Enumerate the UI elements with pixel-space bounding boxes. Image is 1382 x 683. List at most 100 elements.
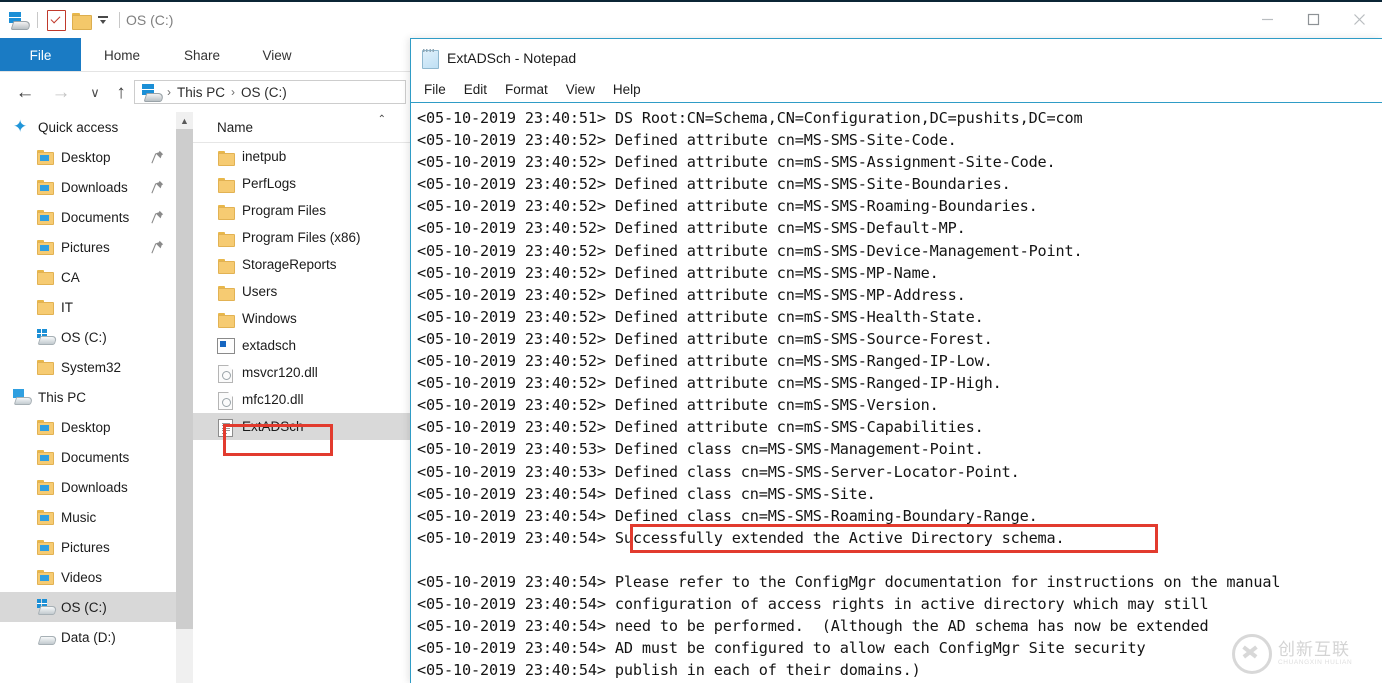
sidebar-item-label: Documents [61, 449, 130, 465]
pin-icon[interactable] [151, 240, 164, 254]
sidebar-item-downloads[interactable]: Downloads [0, 472, 176, 502]
sidebar-item-pictures[interactable]: Pictures [0, 532, 176, 562]
file-rows-container: inetpub PerfLogs Program Files Program File… [193, 143, 410, 440]
notepad-line: <05-10-2019 23:40:53> Defined class cn=M… [417, 440, 984, 459]
file-name-label: Windows [242, 311, 297, 326]
file-list-row[interactable]: inetpub [193, 143, 410, 170]
file-name-label: StorageReports [242, 257, 337, 272]
notepad-line: <05-10-2019 23:40:52> Defined attribute … [417, 241, 1083, 260]
file-list-row[interactable]: Program Files (x86) [193, 224, 410, 251]
notepad-line: <05-10-2019 23:40:54> publish in each of… [417, 661, 921, 680]
text-file-icon [217, 418, 234, 437]
sidebar-item-pictures[interactable]: Pictures [0, 232, 176, 262]
folder-pictures-icon [36, 238, 54, 256]
tab-share[interactable]: Share [163, 38, 241, 72]
file-list-row[interactable]: extadsch [193, 332, 410, 359]
menu-format[interactable]: Format [505, 82, 548, 97]
file-list-row[interactable]: Windows [193, 305, 410, 332]
pin-icon[interactable] [151, 150, 164, 164]
folder-downloads-icon [36, 178, 54, 196]
notepad-line: <05-10-2019 23:40:52> Defined attribute … [417, 153, 1056, 172]
navigation-pane-scrollbar[interactable]: ▲ [176, 112, 193, 683]
sidebar-item-system32[interactable]: System32 [0, 352, 176, 382]
sort-ascending-icon: ⌃ [377, 114, 386, 125]
folder-icon [217, 230, 235, 247]
tab-home[interactable]: Home [81, 38, 163, 72]
breadcrumb-item-this-pc[interactable]: This PC [177, 85, 225, 100]
scroll-up-icon[interactable]: ▲ [176, 112, 193, 129]
notepad-line: <05-10-2019 23:40:54> Successfully exten… [417, 528, 1065, 547]
maximize-icon[interactable] [1290, 2, 1336, 36]
file-list-row[interactable]: Users [193, 278, 410, 305]
minimize-icon[interactable] [1244, 2, 1290, 36]
folder-icon [217, 176, 235, 193]
file-name-label: extadsch [242, 338, 297, 353]
sidebar-item-it[interactable]: IT [0, 292, 176, 322]
sidebar-item-desktop[interactable]: Desktop [0, 142, 176, 172]
recent-locations-button[interactable]: ∨ [82, 80, 108, 104]
sidebar-item-ca[interactable]: CA [0, 262, 176, 292]
folder-desktop-icon [36, 148, 54, 166]
properties-checkbox-icon[interactable] [47, 9, 66, 31]
notepad-text-area[interactable]: <05-10-2019 23:40:51> DS Root:CN=Schema,… [411, 103, 1382, 681]
toolbar-divider-2 [119, 12, 120, 28]
tab-view[interactable]: View [241, 38, 313, 72]
notepad-line: <05-10-2019 23:40:52> Defined attribute … [417, 263, 939, 282]
file-list-row[interactable]: Program Files [193, 197, 410, 224]
folder-icon [217, 203, 235, 220]
file-name-label: msvcr120.dll [242, 365, 318, 380]
breadcrumb-separator-1: › [167, 85, 171, 99]
folder-icon [36, 358, 54, 376]
file-name-label: Program Files (x86) [242, 230, 361, 245]
sidebar-item-data-d[interactable]: Data (D:) [0, 622, 176, 652]
pin-icon[interactable] [151, 210, 164, 224]
this-pc-icon[interactable] [8, 12, 32, 30]
customize-caret-icon[interactable] [96, 13, 110, 27]
folder-icon [217, 257, 235, 274]
sidebar-item-this-pc[interactable]: This PC [0, 382, 176, 412]
file-list-row[interactable]: StorageReports [193, 251, 410, 278]
sidebar-item-label: OS (C:) [61, 599, 107, 615]
up-button[interactable]: ↑ [108, 80, 134, 104]
pin-icon[interactable] [151, 180, 164, 194]
menu-view[interactable]: View [566, 82, 595, 97]
sidebar-item-label: Quick access [38, 119, 119, 135]
address-breadcrumb-bar[interactable]: › This PC › OS (C:) [134, 80, 406, 104]
menu-help[interactable]: Help [613, 82, 641, 97]
back-button[interactable]: ← [12, 80, 38, 104]
file-list-row[interactable]: mfc120.dll [193, 386, 410, 413]
menu-edit[interactable]: Edit [464, 82, 487, 97]
tab-file[interactable]: File [0, 38, 81, 72]
sidebar-item-label: Pictures [61, 539, 110, 555]
sidebar-item-music[interactable]: Music [0, 502, 176, 532]
sidebar-item-documents[interactable]: Documents [0, 202, 176, 232]
close-icon[interactable] [1336, 2, 1382, 36]
notepad-line: <05-10-2019 23:40:52> Defined attribute … [417, 219, 966, 238]
sidebar-item-videos[interactable]: Videos [0, 562, 176, 592]
file-list-row[interactable]: msvcr120.dll [193, 359, 410, 386]
file-list-row[interactable]: ExtADSch [193, 413, 410, 440]
sidebar-item-quick-access[interactable]: ✦ Quick access [0, 112, 176, 142]
menu-file[interactable]: File [424, 82, 446, 97]
sidebar-item-label: Data (D:) [61, 629, 116, 645]
notepad-line: <05-10-2019 23:40:54> Please refer to th… [417, 572, 1281, 591]
column-header-name[interactable]: Name ⌃ [193, 112, 410, 143]
notepad-line: <05-10-2019 23:40:52> Defined attribute … [417, 352, 993, 371]
file-list-row[interactable]: PerfLogs [193, 170, 410, 197]
sidebar-item-desktop[interactable]: Desktop [0, 412, 176, 442]
notepad-line: <05-10-2019 23:40:52> Defined attribute … [417, 175, 1011, 194]
scrollbar-thumb[interactable] [176, 129, 193, 629]
sidebar-item-documents[interactable]: Documents [0, 442, 176, 472]
notepad-window: ExtADSch - Notepad File Edit Format View… [410, 38, 1382, 683]
sidebar-item-os-c[interactable]: OS (C:) [0, 322, 176, 352]
breadcrumb-item-os-c[interactable]: OS (C:) [241, 85, 287, 100]
sidebar-item-os-c[interactable]: OS (C:) [0, 592, 176, 622]
screen-root: OS (C:) File Home Share View ← → ∨ ↑ › T… [0, 0, 1382, 683]
new-folder-icon[interactable] [72, 12, 92, 30]
this-pc-icon [13, 388, 34, 406]
folder-icon [217, 284, 235, 301]
sidebar-item-downloads[interactable]: Downloads [0, 172, 176, 202]
forward-button[interactable]: → [48, 80, 74, 104]
sidebar-item-label: Videos [61, 569, 103, 585]
notepad-line: <05-10-2019 23:40:52> Defined attribute … [417, 131, 957, 150]
